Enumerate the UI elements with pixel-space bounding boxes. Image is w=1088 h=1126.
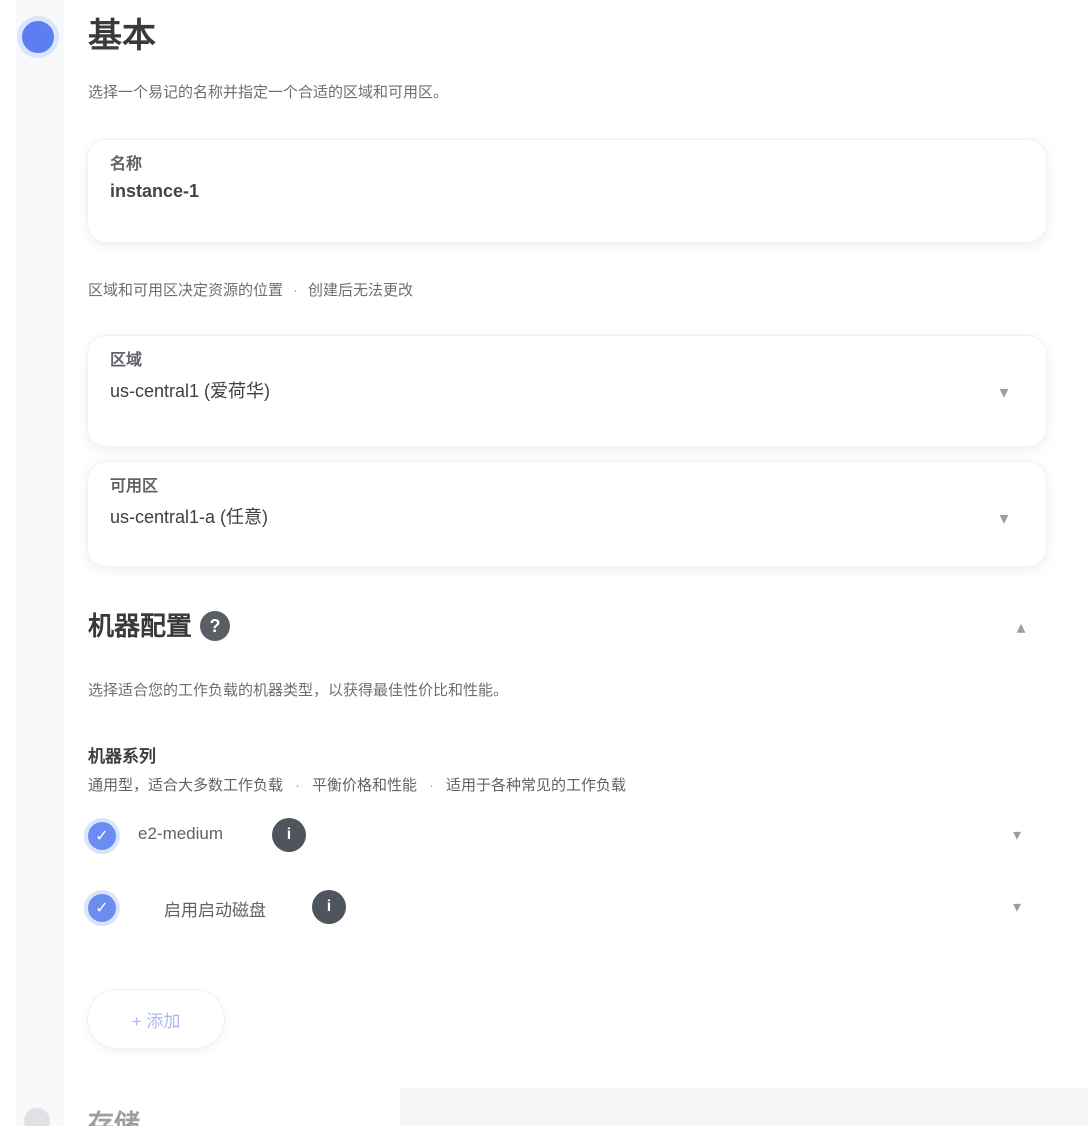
series-desc-part: 平衡价格和性能: [312, 777, 418, 794]
location-hint-note: 创建后无法更改: [308, 282, 414, 299]
footer-bar: [400, 1088, 1088, 1126]
stepper-rail: [16, 0, 64, 1126]
region-field-label: 区域: [110, 352, 143, 369]
chevron-down-icon[interactable]: ▾: [1000, 890, 1034, 924]
chevron-down-icon[interactable]: ▾: [990, 504, 1018, 532]
series-desc-part: 通用型，适合大多数工作负载: [88, 777, 284, 794]
zone-field-label: 可用区: [110, 478, 159, 495]
chevron-down-icon[interactable]: ▾: [990, 378, 1018, 406]
option-row[interactable]: ✓ 启用启动磁盘 i ▾: [84, 884, 1046, 930]
name-field-label: 名称: [110, 156, 143, 173]
series-desc-part: 适用于各种常见的工作负载: [446, 777, 627, 794]
zone-select[interactable]: 可用区 us-central1-a (任意) ▾: [88, 462, 1046, 566]
add-button-label: + 添加: [131, 1011, 181, 1031]
location-hint: 区域和可用区决定资源的位置 · 创建后无法更改: [88, 282, 414, 299]
next-step-title: 存储: [88, 1109, 141, 1126]
chevron-down-icon[interactable]: ▾: [1000, 818, 1034, 852]
option-row[interactable]: ✓ e2-medium i ▾: [84, 812, 1046, 858]
step-title: 基本: [88, 17, 156, 55]
info-icon[interactable]: i: [272, 818, 306, 852]
step-indicator-active: [17, 16, 59, 58]
region-select[interactable]: 区域 us-central1 (爱荷华) ▾: [88, 336, 1046, 446]
location-hint-main: 区域和可用区决定资源的位置: [88, 282, 284, 299]
machine-series-description: 通用型，适合大多数工作负载 · 平衡价格和性能 · 适用于各种常见的工作负载: [88, 777, 627, 794]
option-label: 启用启动磁盘: [164, 901, 266, 920]
section-title: 机器配置 ?: [88, 606, 231, 646]
checkbox-checked-icon[interactable]: ✓: [84, 818, 120, 854]
name-input[interactable]: instance-1: [110, 176, 1022, 206]
name-field[interactable]: 名称 instance-1: [88, 140, 1046, 242]
section-description: 选择适合您的工作负载的机器类型，以获得最佳性价比和性能。: [88, 682, 509, 699]
chevron-up-icon[interactable]: ▴: [1004, 610, 1038, 644]
option-label: e2-medium: [138, 824, 224, 843]
step-description: 选择一个易记的名称并指定一个合适的区域和可用区。: [88, 84, 449, 101]
checkbox-checked-icon[interactable]: ✓: [84, 890, 120, 926]
section-title-text: 机器配置: [88, 611, 193, 641]
help-icon[interactable]: ?: [200, 611, 231, 641]
info-icon[interactable]: i: [312, 890, 346, 924]
add-button[interactable]: + 添加: [88, 990, 224, 1048]
zone-value[interactable]: us-central1-a (任意): [110, 502, 970, 532]
region-value[interactable]: us-central1 (爱荷华): [110, 376, 970, 406]
machine-series-title: 机器系列: [88, 747, 156, 766]
